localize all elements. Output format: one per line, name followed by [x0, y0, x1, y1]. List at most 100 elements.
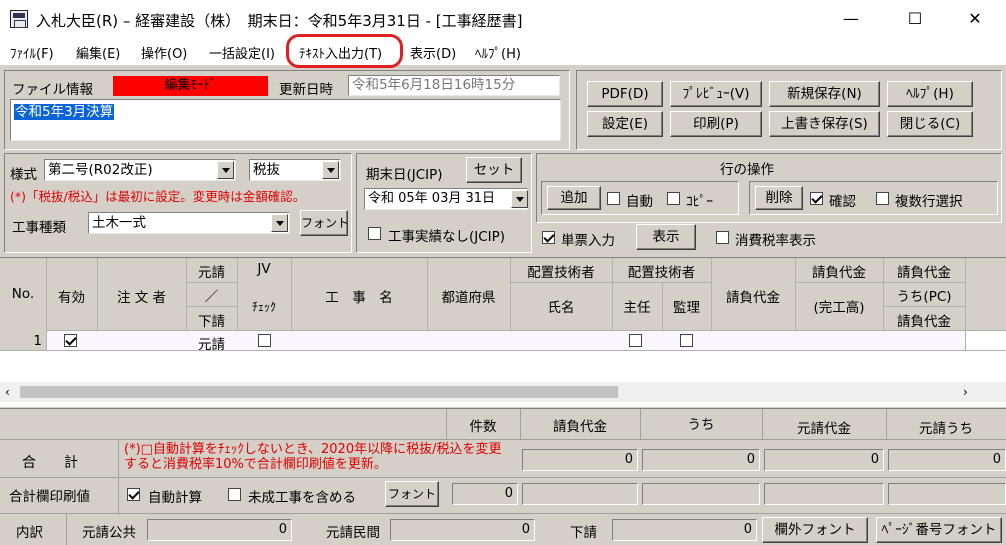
copy-checkbox[interactable] [667, 192, 680, 205]
total-uchi-value: 0 [642, 449, 760, 471]
highlight-ring [286, 34, 403, 68]
tax-note: (*)「税抜/税込」は最初に設定。変更時は金額確認。 [10, 189, 306, 204]
font-button[interactable]: フォント [300, 210, 349, 236]
multi-select-label: 複数行選択 [895, 194, 963, 210]
breakdown-bar: 内訳 元請公共 0 元請民間 0 下請 0 欄外フォント ﾍﾟｰｼﾞ番号フォント [0, 513, 1006, 545]
minimize-button[interactable]: — [828, 0, 874, 38]
auto-calc-label: 自動計算 [148, 490, 202, 506]
scroll-right-icon[interactable]: › [963, 385, 968, 399]
total-contract-value: 0 [522, 449, 638, 471]
col-contract2: 請負代金 [812, 265, 866, 281]
settings-button[interactable]: 設定(E) [587, 111, 663, 137]
new-save-button[interactable]: 新規保存(N) [769, 81, 880, 107]
chevron-down-icon[interactable] [511, 190, 528, 208]
chevron-down-icon[interactable] [322, 161, 339, 179]
col-engineer: 配置技術者 [527, 265, 595, 281]
print-uchi-value [642, 483, 760, 505]
single-entry-label: 単票入力 [561, 233, 615, 249]
col-prime: 元請 [198, 265, 225, 281]
total-prime-uchi-value: 0 [888, 449, 1006, 471]
works-table[interactable]: No. 有効 注 文 者 元請 ／ 下請 JV ﾁｪｯｸ 工 事 名 都道府県 … [0, 257, 1006, 407]
table-row-body [47, 331, 965, 350]
scroll-left-icon[interactable]: ‹ [5, 385, 10, 399]
period-date-field[interactable]: 令和 05年 03月 31日 [364, 188, 528, 210]
chevron-down-icon[interactable] [217, 161, 234, 179]
delete-button[interactable]: 削除 [755, 186, 803, 210]
include-unfinished-checkbox[interactable] [228, 488, 241, 501]
col-pref: 都道府県 [441, 290, 496, 306]
overwrite-save-button[interactable]: 上書き保存(S) [769, 111, 880, 137]
scroll-thumb[interactable] [20, 386, 618, 398]
horizontal-scrollbar[interactable]: ‹ › [0, 382, 1006, 402]
print-prime-uchi-value [888, 483, 1006, 505]
col-slash: ／ [204, 289, 219, 305]
menu-operation[interactable]: 操作(O) [141, 43, 187, 62]
menu-edit[interactable]: 編集(E) [76, 43, 120, 62]
multi-select-checkbox[interactable] [876, 192, 889, 205]
print-button[interactable]: 印刷(P) [670, 111, 762, 137]
row-no: 1 [33, 333, 42, 349]
maximize-button[interactable]: ☐ [892, 0, 938, 38]
single-entry-checkbox[interactable] [542, 231, 555, 244]
col-supervisor: 監理 [673, 300, 700, 316]
row-jv-checkbox[interactable] [258, 334, 271, 347]
col-jv-check: ﾁｪｯｸ [251, 300, 276, 314]
summary-panel: 件数 請負代金 うち 元請代金 元請うち 合 計 (*)□自動計算をﾁｪｯｸしな… [0, 409, 1006, 513]
close-window-button[interactable]: ✕ [952, 0, 998, 38]
outside-font-button[interactable]: 欄外フォント [762, 517, 868, 543]
window-title: 入札大臣(R) – 経審建設（株） 期末日：令和5年3月31日 - [工事経歴書… [36, 12, 523, 30]
no-record-checkbox[interactable] [368, 227, 381, 240]
row-valid-checkbox[interactable] [64, 334, 77, 347]
no-record-label: 工事実績なし(JCIP) [388, 229, 506, 245]
app-window: 入札大臣(R) – 経審建設（株） 期末日：令和5年3月31日 - [工事経歴書… [0, 0, 1006, 545]
auto-calc-checkbox[interactable] [127, 488, 140, 501]
sum-font-button[interactable]: フォント [385, 481, 439, 507]
auto-label: 自動 [626, 194, 653, 210]
sum-col-contract: 請負代金 [553, 419, 607, 435]
kind-select[interactable]: 土木一式 [88, 212, 290, 234]
col-orderer: 注 文 者 [116, 290, 167, 306]
menu-help[interactable]: ﾍﾙﾌﾟ(H) [475, 43, 521, 62]
style-value: 第二号(R02改正) [48, 162, 153, 178]
chevron-down-icon[interactable] [271, 214, 288, 232]
menu-view[interactable]: 表示(D) [410, 43, 456, 62]
public-label: 元請公共 [82, 525, 136, 541]
edit-mode-badge: 編集ﾓｰﾄﾞ [113, 76, 268, 96]
row-chief-checkbox[interactable] [629, 334, 642, 347]
col-contract: 請負代金 [726, 290, 780, 306]
auto-calc-note: (*)□自動計算をﾁｪｯｸしないとき、2020年以降に税抜/税込を変更すると消費… [124, 442, 502, 472]
public-value: 0 [147, 519, 292, 541]
col-chief: 主任 [623, 300, 651, 316]
col-contract3-pc: うち(PC) [896, 289, 952, 305]
app-icon[interactable] [10, 10, 28, 28]
show-button[interactable]: 表示 [636, 224, 696, 250]
menu-bulk-settings[interactable]: 一括設定(I) [209, 43, 275, 62]
private-value: 0 [390, 519, 535, 541]
confirm-checkbox[interactable] [810, 192, 823, 205]
menu-file[interactable]: ﾌｧｲﾙ(F) [10, 43, 54, 62]
kind-value: 土木一式 [92, 215, 146, 231]
confirm-label: 確認 [829, 194, 856, 210]
style-select[interactable]: 第二号(R02改正) [44, 159, 236, 181]
sum-col-count: 件数 [469, 419, 497, 435]
close-button[interactable]: 閉じる(C) [887, 111, 973, 137]
col-sub: 下請 [198, 314, 225, 330]
add-button[interactable]: 追加 [547, 186, 601, 210]
row-supervisor-checkbox[interactable] [680, 334, 693, 347]
help-button[interactable]: ﾍﾙﾌﾟ(H) [887, 81, 973, 107]
page-number-font-button[interactable]: ﾍﾟｰｼﾞ番号フォント [876, 517, 1002, 543]
include-unfinished-label: 未成工事を含める [248, 490, 356, 506]
sum-col-prime-contract: 元請代金 [797, 421, 851, 437]
private-label: 元請民間 [326, 525, 380, 541]
file-name-field[interactable]: 令和5年3月決算 [10, 99, 561, 141]
col-valid: 有効 [58, 290, 85, 306]
tax-rate-checkbox[interactable] [716, 231, 729, 244]
auto-checkbox[interactable] [607, 192, 620, 205]
breakdown-label: 内訳 [16, 525, 43, 541]
set-button[interactable]: セット [466, 157, 522, 183]
pdf-button[interactable]: PDF(D) [587, 81, 663, 107]
file-info-label: ファイル情報 [12, 82, 93, 98]
print-value-label: 合計欄印刷値 [9, 489, 90, 505]
copy-label: ｺﾋﾟｰ [686, 194, 713, 210]
preview-button[interactable]: ﾌﾟﾚﾋﾞｭｰ(V) [670, 81, 762, 107]
